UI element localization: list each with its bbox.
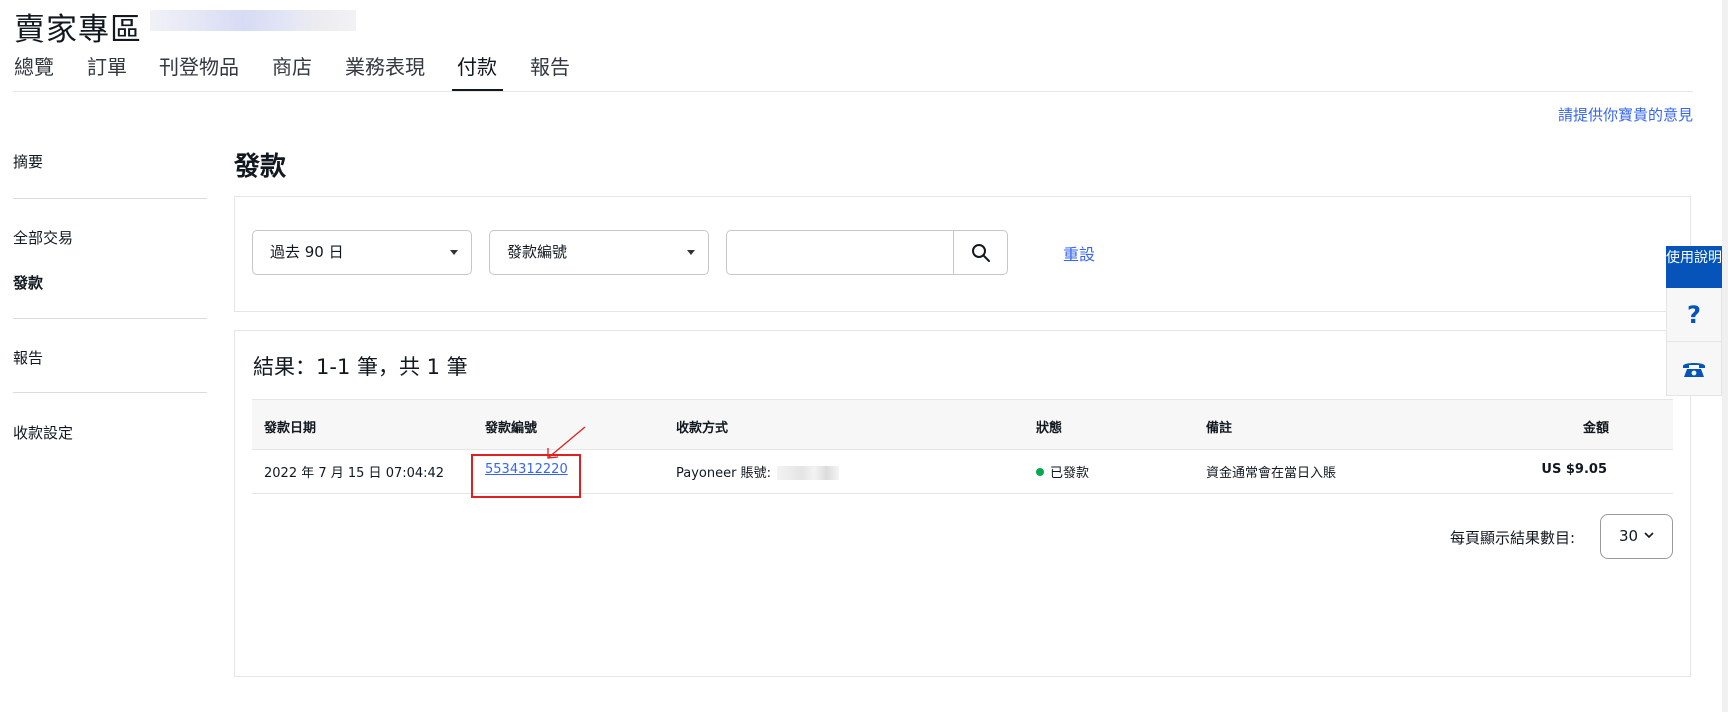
redacted-store-name: [150, 10, 356, 31]
table-row: 2022 年 7 月 15 日 07:04:42 5534312220 Payo…: [252, 450, 1673, 494]
per-page-select[interactable]: 30: [1600, 514, 1673, 559]
caret-down-icon: [450, 250, 458, 255]
phone-button[interactable]: [1666, 342, 1722, 396]
period-select-value: 過去 90 日: [270, 243, 344, 261]
status-dot-icon: [1036, 468, 1044, 476]
tab-payments[interactable]: 付款: [457, 52, 497, 92]
nav-divider: [13, 91, 1693, 92]
sidebar-divider: [13, 318, 207, 319]
search-field-select[interactable]: 發款編號: [489, 230, 709, 275]
payout-method: Payoneer 賬號:: [676, 462, 839, 481]
question-icon: ?: [1687, 300, 1701, 329]
tab-listings[interactable]: 刊登物品: [159, 52, 239, 92]
payout-id-link[interactable]: 5534312220: [485, 462, 568, 477]
help-widget-title[interactable]: 使用說明: [1666, 246, 1722, 288]
column-header-note[interactable]: 備註: [1206, 417, 1232, 436]
payout-date: 2022 年 7 月 15 日 07:04:42: [264, 466, 445, 481]
tab-reports[interactable]: 報告: [530, 52, 570, 92]
results-panel: 結果：1-1 筆，共 1 筆 發款日期 發款編號 收款方式 狀態 備註 金額 2…: [234, 330, 1691, 677]
search-box: [726, 230, 1008, 275]
results-summary: 結果：1-1 筆，共 1 筆: [253, 355, 468, 379]
search-button[interactable]: [953, 231, 1007, 274]
payout-method-label: Payoneer 賬號:: [676, 466, 771, 481]
search-icon: [971, 243, 990, 262]
sidebar-item-payouts[interactable]: 發款: [13, 272, 43, 293]
payout-note: 資金通常會在當日入賬: [1206, 466, 1337, 481]
payout-amount: US $9.05: [1541, 462, 1607, 477]
sidebar-item-payment-settings[interactable]: 收款設定: [13, 422, 73, 443]
search-input[interactable]: [727, 231, 953, 274]
phone-icon: [1683, 362, 1705, 377]
reset-link[interactable]: 重設: [1063, 241, 1095, 265]
filter-panel: 過去 90 日 發款編號 重設: [234, 196, 1691, 312]
chevron-down-icon: [1644, 532, 1654, 539]
payout-status: 已發款: [1036, 462, 1089, 481]
column-header-amount[interactable]: 金額: [1583, 417, 1609, 436]
page-header-title: 賣家專區: [14, 12, 142, 48]
page-title: 發款: [234, 152, 287, 182]
help-button[interactable]: ?: [1666, 288, 1722, 342]
tab-orders[interactable]: 訂單: [87, 52, 127, 92]
tab-store[interactable]: 商店: [272, 52, 312, 92]
column-header-method[interactable]: 收款方式: [676, 417, 728, 436]
sidebar-item-summary[interactable]: 摘要: [13, 151, 43, 172]
sidebar-divider: [13, 392, 207, 393]
help-widget: 使用說明 ?: [1666, 246, 1722, 396]
sidebar-item-all-transactions[interactable]: 全部交易: [13, 227, 73, 248]
column-header-status[interactable]: 狀態: [1036, 417, 1062, 436]
feedback-link[interactable]: 請提供你寶貴的意見: [1558, 104, 1693, 125]
column-header-date[interactable]: 發款日期: [264, 417, 316, 436]
page-scrollbar[interactable]: [1722, 0, 1728, 712]
sidebar-item-reports[interactable]: 報告: [13, 347, 43, 368]
period-select[interactable]: 過去 90 日: [252, 230, 472, 275]
table-header: 發款日期 發款編號 收款方式 狀態 備註 金額: [252, 399, 1673, 450]
per-page-value: 30: [1619, 527, 1639, 545]
caret-down-icon: [687, 250, 695, 255]
column-header-id[interactable]: 發款編號: [485, 417, 537, 436]
sidebar-divider: [13, 198, 207, 199]
payout-status-label: 已發款: [1050, 466, 1090, 481]
per-page-label: 每頁顯示結果數目:: [1450, 529, 1576, 547]
search-field-select-value: 發款編號: [507, 243, 568, 261]
tab-performance[interactable]: 業務表現: [345, 52, 425, 92]
redacted-account-number: [776, 466, 839, 480]
tab-overview[interactable]: 總覽: [14, 52, 54, 92]
